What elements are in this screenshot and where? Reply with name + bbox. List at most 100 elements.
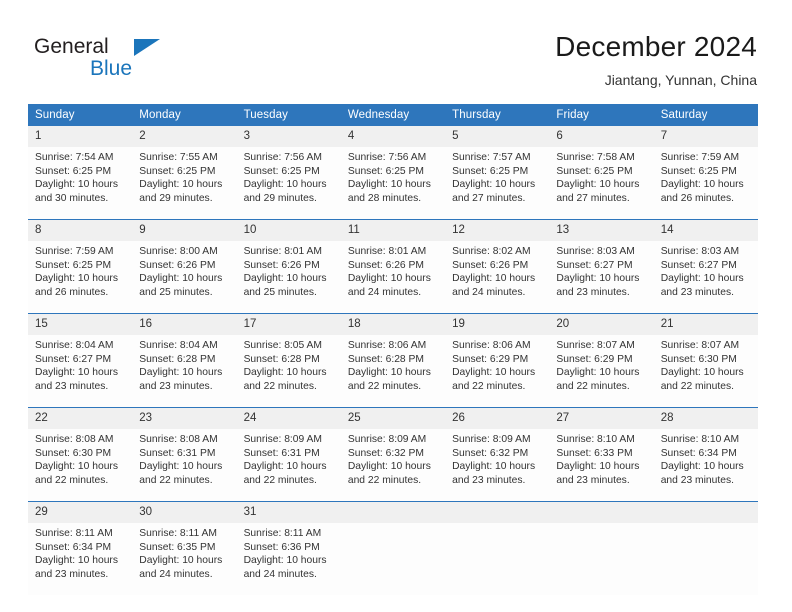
daylight-text: Daylight: 10 hours and 23 minutes. — [660, 461, 744, 486]
daylight-text: Daylight: 10 hours and 24 minutes. — [452, 273, 536, 298]
day-number: 15 — [28, 313, 133, 335]
week-daynumber-row: 15 16 17 18 19 20 21 — [28, 313, 758, 335]
day-number: 18 — [340, 313, 446, 335]
weekday-header-monday: Monday — [132, 104, 237, 126]
daylight-text: Daylight: 10 hours and 26 minutes. — [660, 179, 744, 204]
sunset-text: Sunset: 6:30 PM — [35, 447, 112, 459]
daylight-text: Daylight: 10 hours and 23 minutes. — [139, 367, 223, 392]
sunset-text: Sunset: 6:25 PM — [35, 165, 112, 177]
day-cell: Sunrise: 8:11 AM Sunset: 6:35 PM Dayligh… — [132, 523, 237, 595]
sunrise-text: Sunrise: 8:07 AM — [556, 340, 635, 351]
sunrise-text: Sunrise: 8:06 AM — [347, 340, 427, 351]
daylight-text: Daylight: 10 hours and 22 minutes. — [452, 367, 536, 392]
weekday-header-wednesday: Wednesday — [340, 104, 446, 126]
daylight-text: Daylight: 10 hours and 22 minutes. — [347, 461, 431, 486]
day-cell: Sunrise: 8:08 AM Sunset: 6:30 PM Dayligh… — [28, 429, 133, 502]
day-cell-empty — [340, 523, 446, 595]
calendar-header-row: Sunday Monday Tuesday Wednesday Thursday… — [28, 104, 758, 126]
sunrise-text: Sunrise: 7:55 AM — [139, 152, 218, 163]
daylight-text: Daylight: 10 hours and 28 minutes. — [347, 179, 431, 204]
day-cell: Sunrise: 7:59 AM Sunset: 6:25 PM Dayligh… — [28, 241, 133, 314]
sunset-text: Sunset: 6:26 PM — [452, 259, 529, 271]
day-number: 23 — [132, 407, 237, 429]
week-daynumber-row: 8 9 10 11 12 13 14 — [28, 219, 758, 241]
day-number: 17 — [236, 313, 341, 335]
day-cell: Sunrise: 8:08 AM Sunset: 6:31 PM Dayligh… — [132, 429, 237, 502]
day-cell: Sunrise: 8:11 AM Sunset: 6:36 PM Dayligh… — [236, 523, 341, 595]
sunrise-text: Sunrise: 8:08 AM — [35, 434, 114, 445]
daylight-text: Daylight: 10 hours and 24 minutes. — [347, 273, 431, 298]
week-daynumber-row: 22 23 24 25 26 27 28 — [28, 407, 758, 429]
sunset-text: Sunset: 6:27 PM — [35, 353, 112, 365]
day-cell: Sunrise: 8:07 AM Sunset: 6:29 PM Dayligh… — [549, 335, 654, 408]
sunset-text: Sunset: 6:32 PM — [452, 447, 529, 459]
day-cell: Sunrise: 8:03 AM Sunset: 6:27 PM Dayligh… — [653, 241, 758, 314]
day-number: 1 — [28, 126, 133, 147]
week-daynumber-row: 29 30 31 — [28, 501, 758, 523]
day-number: 24 — [236, 407, 341, 429]
day-cell: Sunrise: 7:58 AM Sunset: 6:25 PM Dayligh… — [549, 147, 654, 220]
weekday-header-thursday: Thursday — [445, 104, 550, 126]
sunset-text: Sunset: 6:25 PM — [452, 165, 529, 177]
sunrise-text: Sunrise: 7:54 AM — [35, 152, 114, 163]
sunrise-text: Sunrise: 8:10 AM — [660, 434, 740, 445]
day-number: 30 — [132, 501, 237, 523]
sunrise-text: Sunrise: 8:01 AM — [243, 246, 322, 257]
day-cell: Sunrise: 8:04 AM Sunset: 6:28 PM Dayligh… — [132, 335, 237, 408]
sunrise-text: Sunrise: 8:09 AM — [243, 434, 322, 445]
daylight-text: Daylight: 10 hours and 24 minutes. — [139, 555, 223, 580]
day-number: 29 — [28, 501, 133, 523]
day-number: 11 — [340, 219, 446, 241]
day-cell: Sunrise: 8:10 AM Sunset: 6:33 PM Dayligh… — [549, 429, 654, 502]
daylight-text: Daylight: 10 hours and 22 minutes. — [243, 461, 327, 486]
daylight-text: Daylight: 10 hours and 25 minutes. — [139, 273, 223, 298]
daylight-text: Daylight: 10 hours and 26 minutes. — [35, 273, 118, 298]
daylight-text: Daylight: 10 hours and 25 minutes. — [243, 273, 327, 298]
day-number: 6 — [549, 126, 654, 147]
sunrise-text: Sunrise: 8:08 AM — [139, 434, 218, 445]
sunset-text: Sunset: 6:35 PM — [139, 541, 216, 553]
day-number: 22 — [28, 407, 133, 429]
sunset-text: Sunset: 6:25 PM — [243, 165, 320, 177]
daylight-text: Daylight: 10 hours and 23 minutes. — [35, 367, 118, 392]
day-number-empty — [549, 501, 654, 523]
daylight-text: Daylight: 10 hours and 23 minutes. — [556, 461, 640, 486]
sunrise-text: Sunrise: 8:02 AM — [452, 246, 531, 257]
sunrise-text: Sunrise: 8:09 AM — [347, 434, 427, 445]
sunrise-text: Sunrise: 8:04 AM — [139, 340, 218, 351]
logo-text-blue: Blue — [90, 57, 133, 80]
weekday-header-tuesday: Tuesday — [236, 104, 341, 126]
sunset-text: Sunset: 6:26 PM — [243, 259, 320, 271]
sunset-text: Sunset: 6:28 PM — [139, 353, 216, 365]
day-number: 31 — [236, 501, 341, 523]
sunset-text: Sunset: 6:36 PM — [243, 541, 320, 553]
sunset-text: Sunset: 6:26 PM — [347, 259, 424, 271]
sunrise-text: Sunrise: 8:03 AM — [556, 246, 635, 257]
sunset-text: Sunset: 6:31 PM — [243, 447, 320, 459]
day-cell: Sunrise: 8:10 AM Sunset: 6:34 PM Dayligh… — [653, 429, 758, 502]
day-cell: Sunrise: 7:57 AM Sunset: 6:25 PM Dayligh… — [445, 147, 550, 220]
day-cell: Sunrise: 8:09 AM Sunset: 6:32 PM Dayligh… — [340, 429, 446, 502]
sunrise-text: Sunrise: 8:11 AM — [139, 528, 217, 539]
daylight-text: Daylight: 10 hours and 23 minutes. — [452, 461, 536, 486]
day-number: 16 — [132, 313, 237, 335]
day-cell: Sunrise: 8:05 AM Sunset: 6:28 PM Dayligh… — [236, 335, 341, 408]
day-number: 25 — [340, 407, 446, 429]
daylight-text: Daylight: 10 hours and 23 minutes. — [660, 273, 744, 298]
weekday-header-saturday: Saturday — [653, 104, 758, 126]
daylight-text: Daylight: 10 hours and 22 minutes. — [556, 367, 640, 392]
sunset-text: Sunset: 6:33 PM — [556, 447, 633, 459]
day-number: 8 — [28, 219, 133, 241]
daylight-text: Daylight: 10 hours and 27 minutes. — [556, 179, 640, 204]
sunrise-text: Sunrise: 8:09 AM — [452, 434, 531, 445]
weekday-header-friday: Friday — [549, 104, 654, 126]
sunrise-text: Sunrise: 8:11 AM — [243, 528, 322, 539]
day-cell: Sunrise: 7:56 AM Sunset: 6:25 PM Dayligh… — [340, 147, 446, 220]
sunset-text: Sunset: 6:25 PM — [347, 165, 424, 177]
day-number-empty — [340, 501, 446, 523]
calendar-page: General Blue December 2024 Jiantang, Yun… — [0, 0, 792, 612]
week-info-row: Sunrise: 7:54 AM Sunset: 6:25 PM Dayligh… — [28, 147, 758, 220]
daylight-text: Daylight: 10 hours and 23 minutes. — [556, 273, 640, 298]
day-cell: Sunrise: 8:04 AM Sunset: 6:27 PM Dayligh… — [28, 335, 133, 408]
sunrise-text: Sunrise: 7:56 AM — [243, 152, 322, 163]
